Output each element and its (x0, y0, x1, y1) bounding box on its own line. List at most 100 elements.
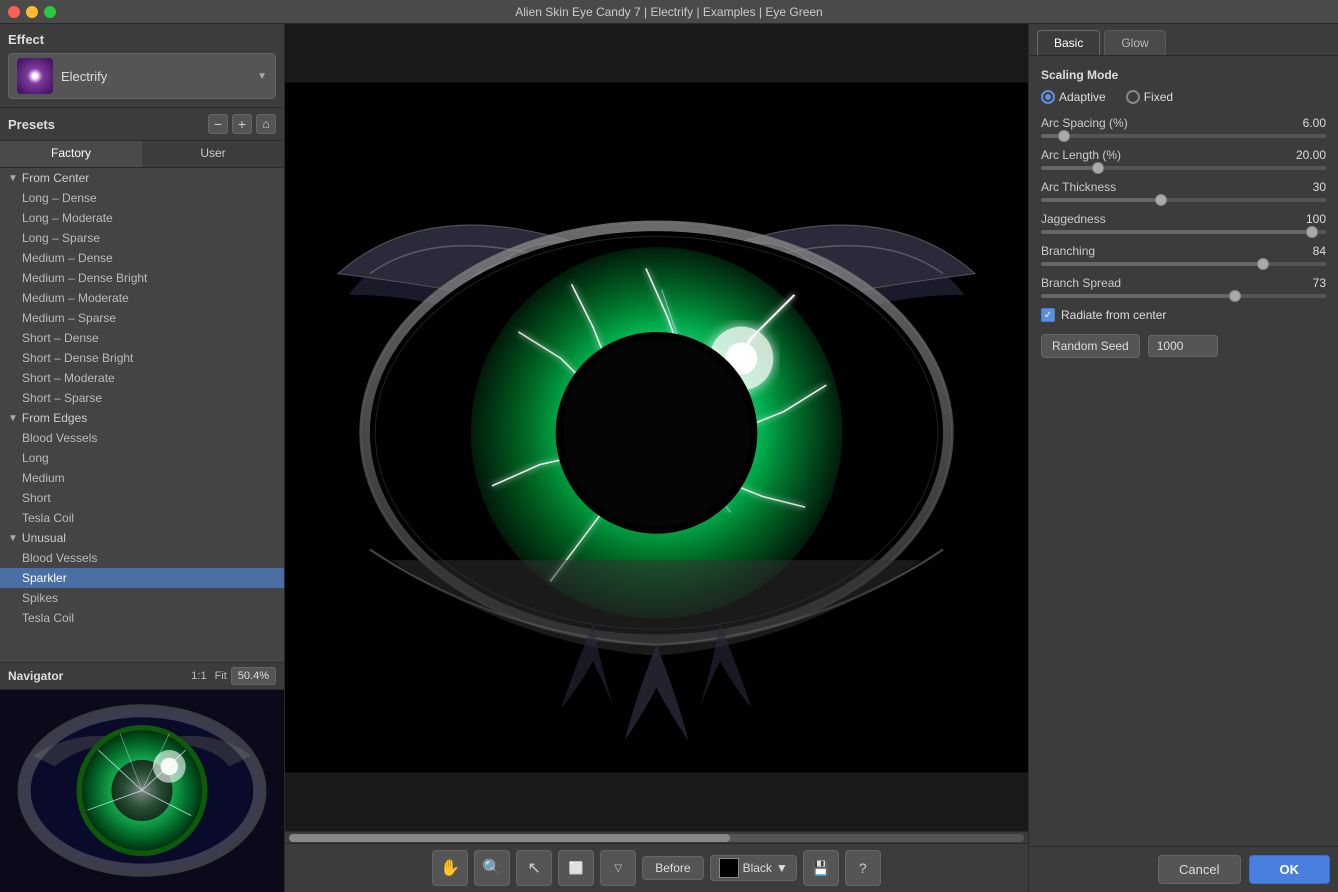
list-item[interactable]: Long – Sparse (0, 228, 284, 248)
arc-spacing-thumb[interactable] (1058, 130, 1070, 142)
scrollbar-thumb[interactable] (289, 834, 730, 842)
sliders-container: Arc Spacing (%) 6.00 Arc Length (%) 20.0… (1041, 116, 1326, 298)
list-item[interactable]: Medium – Dense Bright (0, 268, 284, 288)
help-button[interactable]: ? (845, 850, 881, 886)
list-item[interactable]: Short – Sparse (0, 388, 284, 408)
preset-remove-button[interactable]: − (208, 114, 228, 134)
list-item[interactable]: Blood Vessels (0, 548, 284, 568)
chevron-down-icon: ▼ (257, 71, 267, 82)
title-bar: Alien Skin Eye Candy 7 | Electrify | Exa… (0, 0, 1338, 24)
arc-thickness-value: 30 (1313, 180, 1326, 194)
list-item[interactable]: Blood Vessels (0, 428, 284, 448)
effect-name: Electrify (61, 69, 257, 84)
navigator-preview (0, 690, 284, 892)
zoom-tool-button[interactable]: 🔍 (474, 850, 510, 886)
random-seed-button[interactable]: Random Seed (1041, 334, 1140, 358)
zoom-dropdown[interactable]: 50.4% (231, 667, 276, 685)
preset-group-from-center[interactable]: ▼ From Center (0, 168, 284, 188)
arc-spacing-value: 6.00 (1303, 116, 1326, 130)
preset-home-button[interactable]: ⌂ (256, 114, 276, 134)
random-seed-section: Random Seed (1041, 334, 1326, 358)
radiate-checkbox[interactable]: ✓ (1041, 308, 1055, 322)
left-panel: Effect Electrify ▼ Presets − + ⌂ Factory (0, 24, 285, 892)
scrollbar-track[interactable] (289, 834, 1024, 842)
tab-factory[interactable]: Factory (0, 141, 142, 167)
list-item[interactable]: Medium (0, 468, 284, 488)
fixed-radio-btn[interactable] (1126, 90, 1140, 104)
arc-thickness-fill (1041, 198, 1161, 202)
pan-tool-button[interactable]: ✋ (432, 850, 468, 886)
branch-spread-track[interactable] (1041, 294, 1326, 298)
arc-spacing-track[interactable] (1041, 134, 1326, 138)
list-item[interactable]: Short – Dense Bright (0, 348, 284, 368)
branching-header: Branching 84 (1041, 244, 1326, 258)
cancel-button[interactable]: Cancel (1158, 855, 1240, 884)
jaggedness-header: Jaggedness 100 (1041, 212, 1326, 226)
before-button[interactable]: Before (642, 856, 703, 880)
window-title: Alien Skin Eye Candy 7 | Electrify | Exa… (515, 5, 822, 19)
radiate-label: Radiate from center (1061, 308, 1166, 322)
effect-label: Effect (8, 32, 276, 47)
list-item-sparkler[interactable]: Sparkler (0, 568, 284, 588)
branching-fill (1041, 262, 1263, 266)
arc-thickness-header: Arc Thickness 30 (1041, 180, 1326, 194)
presets-list[interactable]: ▼ From Center Long – Dense Long – Modera… (0, 168, 284, 662)
adaptive-radio[interactable]: Adaptive (1041, 90, 1106, 104)
branching-track[interactable] (1041, 262, 1326, 266)
fixed-radio[interactable]: Fixed (1126, 90, 1173, 104)
tab-basic[interactable]: Basic (1037, 30, 1100, 55)
tab-user[interactable]: User (142, 141, 284, 167)
preset-group-from-edges[interactable]: ▼ From Edges (0, 408, 284, 428)
bg-color-label: Black (743, 861, 772, 875)
branching-thumb[interactable] (1257, 258, 1269, 270)
right-panel-tabs: Basic Glow (1029, 24, 1338, 56)
arc-length-track[interactable] (1041, 166, 1326, 170)
save-button[interactable]: 💾 (803, 850, 839, 886)
adaptive-radio-btn[interactable] (1041, 90, 1055, 104)
canvas-area[interactable] (285, 24, 1028, 831)
arc-length-thumb[interactable] (1092, 162, 1104, 174)
effect-dropdown[interactable]: Electrify ▼ (8, 53, 276, 99)
arc-length-value: 20.00 (1296, 148, 1326, 162)
seed-value-input[interactable] (1148, 335, 1218, 357)
list-item[interactable]: Long – Dense (0, 188, 284, 208)
arc-thickness-thumb[interactable] (1155, 194, 1167, 206)
zoom-fit-button[interactable]: Fit (211, 668, 231, 684)
list-item[interactable]: Spikes (0, 588, 284, 608)
bg-color-swatch (719, 858, 739, 878)
effect-icon-inner (27, 68, 43, 84)
preset-group-unusual[interactable]: ▼ Unusual (0, 528, 284, 548)
tab-glow[interactable]: Glow (1104, 30, 1165, 55)
zoom-1to1-button[interactable]: 1:1 (187, 668, 210, 684)
list-item[interactable]: Medium – Sparse (0, 308, 284, 328)
branching-slider-section: Branching 84 (1041, 244, 1326, 266)
list-item[interactable]: Tesla Coil (0, 608, 284, 628)
list-item[interactable]: Long – Moderate (0, 208, 284, 228)
radiate-checkbox-section: ✓ Radiate from center (1041, 308, 1326, 322)
select-tool-button[interactable]: ↖ (516, 850, 552, 886)
list-item[interactable]: Long (0, 448, 284, 468)
list-item[interactable]: Short – Dense (0, 328, 284, 348)
navigator-header: Navigator 1:1 Fit 50.4% (0, 663, 284, 690)
background-color-selector[interactable]: Black ▼ (710, 855, 797, 881)
list-item[interactable]: Tesla Coil (0, 508, 284, 528)
ok-button[interactable]: OK (1249, 855, 1331, 884)
branch-spread-thumb[interactable] (1229, 290, 1241, 302)
crop-tool-button[interactable]: ⬜ (558, 850, 594, 886)
list-item[interactable]: Medium – Dense (0, 248, 284, 268)
jaggedness-track[interactable] (1041, 230, 1326, 234)
canvas-scrollbar[interactable] (285, 831, 1028, 843)
jaggedness-thumb[interactable] (1306, 226, 1318, 238)
list-item[interactable]: Medium – Moderate (0, 288, 284, 308)
right-panel-content: Scaling Mode Adaptive Fixed Arc S (1029, 56, 1338, 846)
minimize-button[interactable] (26, 6, 38, 18)
arc-thickness-track[interactable] (1041, 198, 1326, 202)
preset-add-button[interactable]: + (232, 114, 252, 134)
presets-tabs: Factory User (0, 141, 284, 168)
frame-tool-button[interactable]: ▽ (600, 850, 636, 886)
maximize-button[interactable] (44, 6, 56, 18)
jaggedness-value: 100 (1306, 212, 1326, 226)
close-button[interactable] (8, 6, 20, 18)
list-item[interactable]: Short (0, 488, 284, 508)
list-item[interactable]: Short – Moderate (0, 368, 284, 388)
